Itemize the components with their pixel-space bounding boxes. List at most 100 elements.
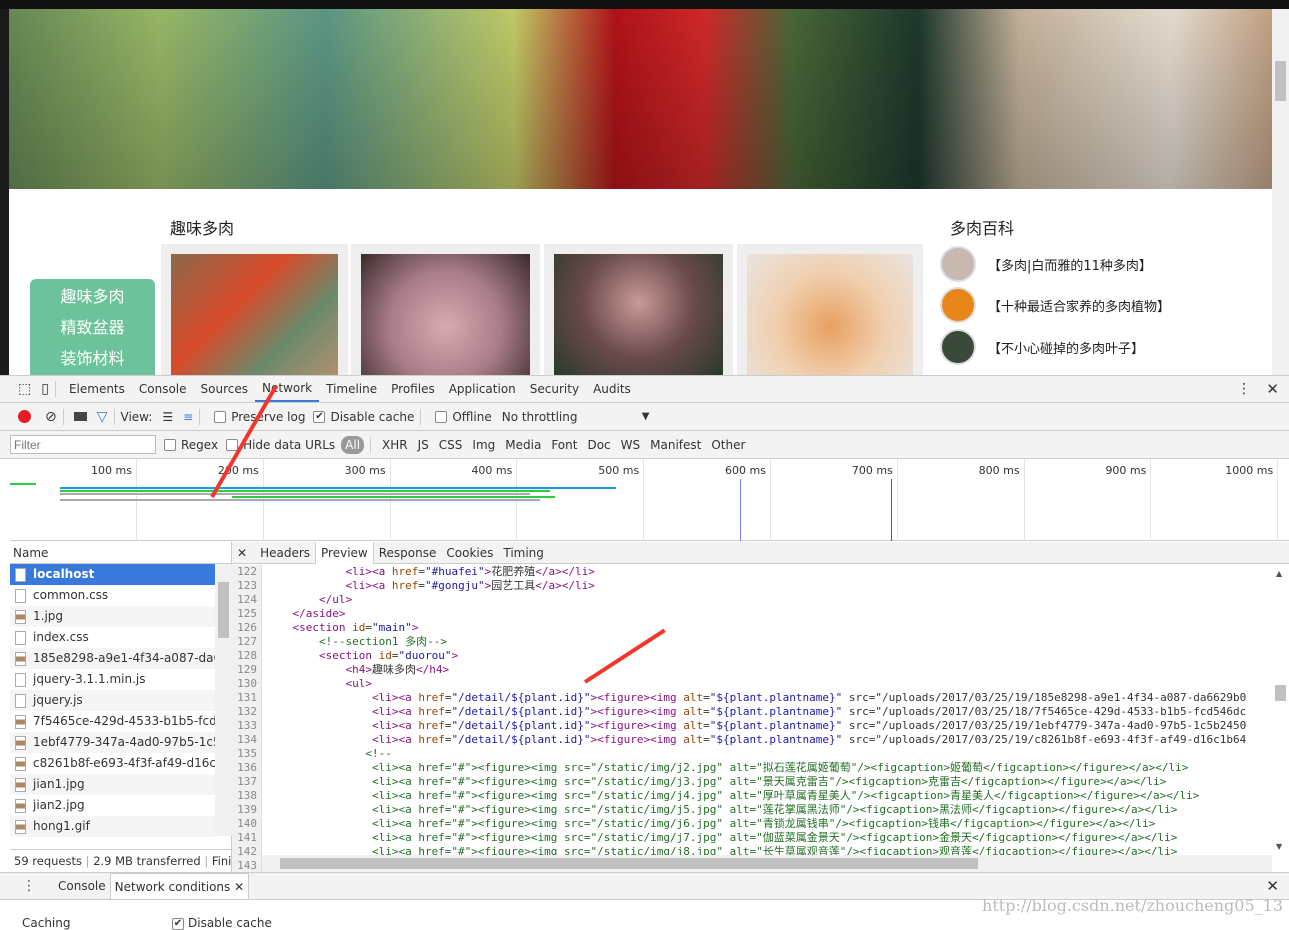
plant-card[interactable] <box>351 244 540 375</box>
capture-screenshots-icon[interactable] <box>73 412 87 421</box>
side-menu-item[interactable]: 精致盆器 <box>30 316 155 347</box>
code-text: <li><a href="#"><figure><img src="/stati… <box>266 831 1178 844</box>
waterfall-bar <box>10 483 36 485</box>
request-name: hong1.gif <box>33 819 90 833</box>
device-mode-icon[interactable]: ▯ <box>41 381 49 397</box>
code-horizontal-scrollbar[interactable] <box>262 855 1272 872</box>
os-taskbar <box>0 0 1289 9</box>
waterfall-bar <box>60 499 540 501</box>
disable-cache-checkbox[interactable]: ✔ <box>313 410 326 423</box>
request-row[interactable]: 1.jpg <box>10 606 215 627</box>
code-line: 129 <h4>趣味多肉</h4> <box>232 663 1289 677</box>
tab-timeline[interactable]: Timeline <box>319 376 384 402</box>
page-scrollbar[interactable] <box>1272 9 1289 375</box>
side-menu-item[interactable]: 装饰材料 <box>30 347 155 378</box>
detail-tab-timing[interactable]: Timing <box>498 542 549 564</box>
tab-elements[interactable]: Elements <box>62 376 132 402</box>
tab-sources[interactable]: Sources <box>194 376 255 402</box>
detail-tab-cookies[interactable]: Cookies <box>441 542 498 564</box>
line-number: 125 <box>232 607 262 621</box>
filter-type-xhr[interactable]: XHR <box>377 438 413 452</box>
wiki-item[interactable]: 【不小心碰掉的多肉叶子】 <box>940 327 1144 367</box>
filter-type-other[interactable]: Other <box>706 438 750 452</box>
filter-type-doc[interactable]: Doc <box>582 438 615 452</box>
tab-application[interactable]: Application <box>442 376 523 402</box>
more-icon[interactable]: ⋮ <box>1237 381 1251 397</box>
plant-card[interactable] <box>161 244 348 375</box>
watermark: http://blog.csdn.net/zhoucheng05_13 <box>982 896 1283 915</box>
filter-icon[interactable]: ▽ <box>97 409 108 425</box>
plant-card[interactable] <box>544 244 733 375</box>
code-text: </ul> <box>318 593 353 606</box>
filter-type-media[interactable]: Media <box>500 438 546 452</box>
request-row[interactable]: jian2.jpg <box>10 795 215 816</box>
name-column-header[interactable]: Name <box>10 542 231 564</box>
filter-type-ws[interactable]: WS <box>616 438 645 452</box>
side-menu-item[interactable]: 趣味多肉 <box>30 285 155 316</box>
filter-type-all[interactable]: All <box>341 435 365 454</box>
drawer-menu-icon[interactable]: ⋮ <box>22 878 36 894</box>
wiki-item[interactable]: 【十种最适合家养的多肉植物】 <box>940 285 1170 325</box>
large-rows-icon[interactable]: ☰ <box>162 410 173 424</box>
line-number: 124 <box>232 593 262 607</box>
filter-input[interactable] <box>10 435 156 454</box>
code-line: 130 <ul> <box>232 677 1289 691</box>
tab-console[interactable]: Console <box>132 376 194 402</box>
request-row[interactable]: hong1.gif <box>10 816 215 837</box>
timeline-overview[interactable]: 100 ms 200 ms 300 ms 400 ms 500 ms 600 ms 700 … <box>10 459 1289 541</box>
code-line: 138 <li><a href="#"><figure><img src="/s… <box>232 789 1289 803</box>
close-detail-icon[interactable]: ✕ <box>232 546 255 560</box>
clear-icon[interactable]: ⊘ <box>45 409 57 425</box>
request-row[interactable]: jquery-3.1.1.min.js <box>10 669 215 690</box>
filter-type-js[interactable]: JS <box>413 438 434 452</box>
request-row[interactable]: localhost <box>10 564 215 585</box>
drawer-disable-cache[interactable]: ✔ Disable cache <box>172 916 272 930</box>
wiki-item[interactable]: 【多肉|白而雅的11种多肉】 <box>940 244 1152 284</box>
waterfall-bar <box>60 490 550 492</box>
filter-type-font[interactable]: Font <box>546 438 582 452</box>
tab-security[interactable]: Security <box>523 376 586 402</box>
detail-tab-headers[interactable]: Headers <box>255 542 315 564</box>
code-text: <li><a href="#"><figure><img src="/stati… <box>266 761 1189 774</box>
tab-network[interactable]: Network <box>255 376 320 402</box>
request-row[interactable]: jian1.jpg <box>10 774 215 795</box>
detail-tab-response[interactable]: Response <box>374 542 442 564</box>
tab-profiles[interactable]: Profiles <box>384 376 442 402</box>
filter-type-manifest[interactable]: Manifest <box>645 438 706 452</box>
code-text: <li><a href="#gongju">园艺工具</a></li> <box>345 579 595 592</box>
plant-card[interactable] <box>737 244 923 375</box>
request-row[interactable]: c8261b8f-e693-4f3f-af49-d16c1b64 <box>10 753 215 774</box>
code-line: 127 <!--section1 多肉--> <box>232 635 1289 649</box>
drawer-close-icon[interactable]: ✕ <box>1266 877 1279 895</box>
request-row[interactable]: 1ebf4779-347a-4ad0-97b5-1c5b2450 <box>10 732 215 753</box>
tab-audits[interactable]: Audits <box>586 376 638 402</box>
dropdown-arrow-icon[interactable]: ▼ <box>642 411 650 422</box>
throttling-select[interactable]: No throttling <box>502 410 642 424</box>
offline-checkbox[interactable] <box>435 410 448 423</box>
filter-type-img[interactable]: Img <box>467 438 500 452</box>
request-row[interactable]: 185e8298-a9e1-4f34-a087-da6629b0 <box>10 648 215 669</box>
request-row[interactable]: jquery.js <box>10 690 215 711</box>
record-icon[interactable] <box>18 410 31 423</box>
code-line: 131 <li><a href="/detail/${plant.id}"><f… <box>232 691 1289 705</box>
close-icon[interactable]: ✕ <box>1266 380 1279 398</box>
request-row[interactable]: index.css <box>10 627 215 648</box>
timeline-tick-label: 600 ms <box>725 464 766 477</box>
line-number: 141 <box>232 831 262 845</box>
detail-tab-preview[interactable]: Preview <box>315 541 374 564</box>
code-vertical-scrollbar[interactable]: ▲ ▼ <box>1272 565 1289 855</box>
filter-type-css[interactable]: CSS <box>434 438 468 452</box>
request-row[interactable]: common.css <box>10 585 215 606</box>
code-text: </aside> <box>292 607 346 620</box>
regex-checkbox[interactable] <box>164 438 176 451</box>
overview-icon[interactable]: ≡ <box>183 410 193 424</box>
timeline-tick-label: 300 ms <box>344 464 386 477</box>
drawer-tab-network-conditions[interactable]: Network conditions ✕ <box>109 872 250 900</box>
code-line: 126 <section id="main"> <box>232 621 1289 635</box>
request-list-scrollbar[interactable] <box>215 564 232 836</box>
close-icon[interactable]: ✕ <box>234 880 244 894</box>
preserve-log-checkbox[interactable] <box>214 410 227 423</box>
request-row[interactable]: 7f5465ce-429d-4533-b1b5-fcd546dc <box>10 711 215 732</box>
drawer-tab-console[interactable]: Console <box>54 879 110 893</box>
inspect-icon[interactable]: ⬚ <box>18 381 31 397</box>
